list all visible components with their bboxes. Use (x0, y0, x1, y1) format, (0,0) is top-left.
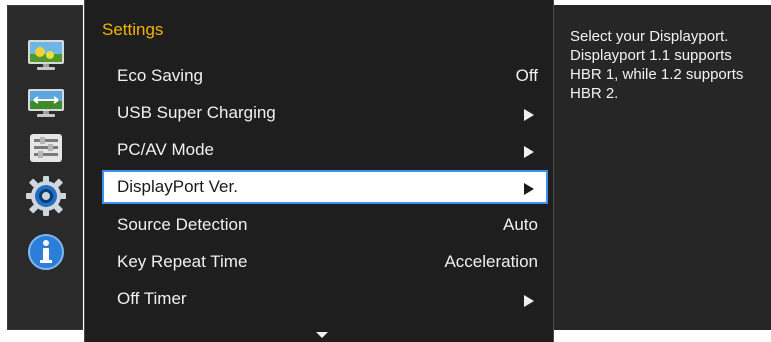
menu-item-displayport-ver[interactable]: DisplayPort Ver. (102, 170, 548, 204)
submenu-arrow-icon (524, 183, 534, 195)
menu-item-source-detection[interactable]: Source Detection Auto (102, 208, 548, 242)
settings-menu: Settings Eco Saving Off USB Super Chargi… (84, 0, 554, 342)
submenu-arrow-icon (524, 295, 534, 307)
menu-item-label: Eco Saving (117, 66, 203, 85)
scroll-down-arrow-icon[interactable] (316, 332, 328, 338)
menu-item-value: Auto (503, 215, 538, 234)
menu-item-label: PC/AV Mode (117, 140, 215, 159)
menu-item-key-repeat-time[interactable]: Key Repeat Time Acceleration (102, 245, 548, 279)
system-gear-icon[interactable] (24, 174, 68, 218)
menu-item-label: Key Repeat Time (117, 252, 248, 271)
help-panel: Select your Displayport. Displayport 1.1… (554, 5, 771, 330)
submenu-arrow-icon (524, 109, 534, 121)
information-icon[interactable] (26, 232, 66, 272)
menu-item-pc-av-mode[interactable]: PC/AV Mode (102, 133, 548, 167)
onscreen-display-icon[interactable] (26, 131, 66, 165)
monitor-osd-screen: Settings Eco Saving Off USB Super Chargi… (0, 0, 771, 342)
menu-item-label: DisplayPort Ver. (117, 177, 238, 196)
menu-item-label: Source Detection (117, 215, 248, 234)
menu-item-label: Off Timer (117, 289, 187, 308)
category-sidebar (7, 5, 83, 330)
submenu-arrow-icon (524, 146, 534, 158)
menu-item-value: Acceleration (444, 252, 538, 271)
menu-item-off-timer[interactable]: Off Timer (102, 282, 548, 316)
menu-item-label: USB Super Charging (117, 103, 276, 122)
menu-item-value: Off (515, 66, 538, 85)
help-description: Select your Displayport. Displayport 1.1… (570, 28, 744, 102)
menu-item-usb-super-charging[interactable]: USB Super Charging (102, 96, 548, 130)
menu-title: Settings (102, 20, 164, 39)
menu-item-eco-saving[interactable]: Eco Saving Off (102, 59, 548, 93)
screen-icon[interactable] (26, 85, 66, 119)
picture-icon[interactable] (26, 38, 66, 72)
